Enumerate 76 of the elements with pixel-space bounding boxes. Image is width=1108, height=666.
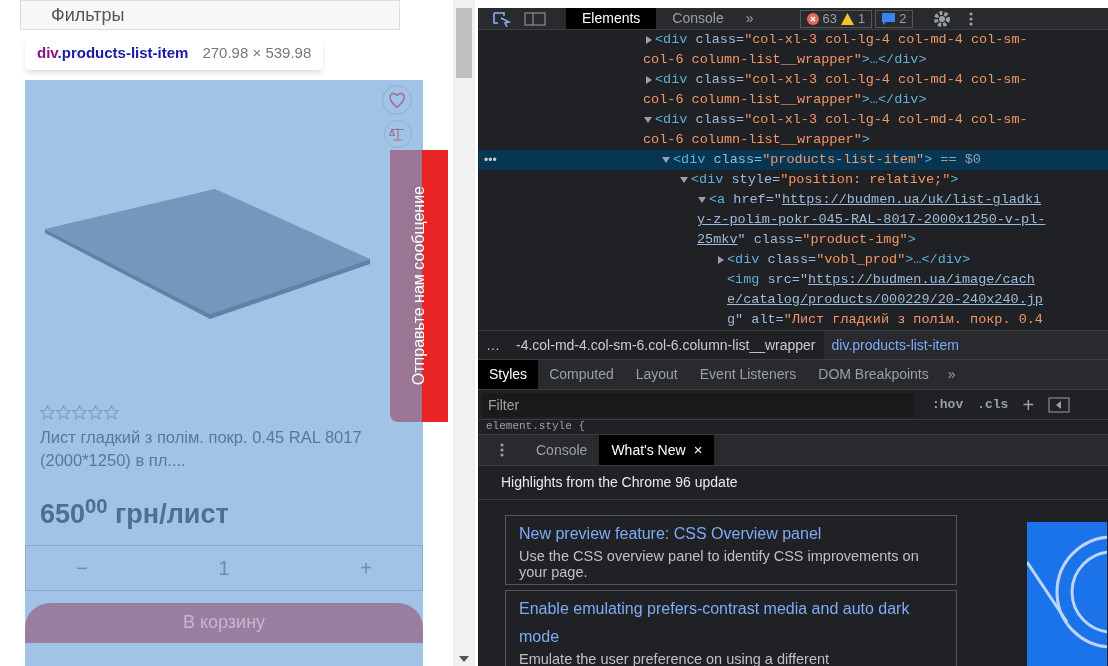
- filter-box[interactable]: Фильтры: [20, 0, 400, 30]
- dom-node[interactable]: <img src="https://budmen.ua/image/cach e/catalog/products/000229/20-240x240.jp g" alt="Лист гладкий з полім. покр. 0.4: [478, 270, 1108, 330]
- code-line: <div class="vobl_prod">…</div>: [727, 251, 971, 269]
- dom-node[interactable]: <div class="col-xl-3 col-lg-4 col-md-4 col-sm- col-6 column-list__wrapper">…</div>: [478, 70, 1108, 110]
- dom-node[interactable]: <div class="col-xl-3 col-lg-4 col-md-4 col-sm- col-6 column-list__wrapper">: [478, 110, 1108, 150]
- code-line: col-6 column-list__wrapper">…</div>: [643, 51, 927, 69]
- styles-tab[interactable]: Event Listeners: [688, 360, 808, 389]
- star-icon: [88, 405, 103, 420]
- dom-node[interactable]: <div class="col-xl-3 col-lg-4 col-md-4 col-sm- col-6 column-list__wrapper">…</div>: [478, 30, 1108, 70]
- warning-icon: [841, 12, 854, 25]
- error-icon: [806, 12, 819, 25]
- sidebar-toggle-icon[interactable]: [1048, 396, 1071, 413]
- filter-field[interactable]: Filter: [482, 392, 914, 417]
- breadcrumb-item[interactable]: …: [478, 331, 508, 359]
- code-line: 25mkv" class="product-img">: [697, 231, 916, 249]
- feedback-tab[interactable]: Отправьте нам сообщение: [390, 150, 448, 422]
- message-icon: [882, 12, 896, 25]
- styles-tab[interactable]: Computed: [538, 360, 625, 389]
- code-line: <div class="col-xl-3 col-lg-4 col-md-4 col-sm-: [655, 111, 1028, 129]
- message-counter[interactable]: 2: [875, 9, 914, 28]
- feature-description: Use the CSS overview panel to identify CSS improvements on your page.: [519, 548, 920, 580]
- drawer-tab[interactable]: What's New ×: [599, 435, 715, 465]
- styles-tab[interactable]: DOM Breakpoints: [807, 360, 940, 389]
- drawer-tab[interactable]: Console: [524, 435, 600, 465]
- styles-tab[interactable]: Layout: [624, 360, 689, 389]
- dom-node[interactable]: <a href="https://budmen.ua/uk/list-gladki y-z-polim-pokr-045-RAL-8017-2000x1250-v-pl- 25mkv" class="product-img">: [478, 190, 1108, 250]
- code-line: y-z-polim-pokr-045-RAL-8017-2000x1250-v-pl-: [697, 211, 1046, 229]
- device-toolbar-icon[interactable]: [524, 10, 546, 27]
- breadcrumb-item[interactable]: div.products-list-item: [823, 331, 967, 359]
- more-tabs-button[interactable]: »: [947, 364, 956, 385]
- feature-title[interactable]: Enable emulating prefers-contrast media and auto dark mode: [519, 595, 943, 651]
- drawer-menu-icon[interactable]: [500, 443, 504, 457]
- new-rule-button[interactable]: +: [1022, 394, 1035, 415]
- code-line: <div class="col-xl-3 col-lg-4 col-md-4 col-sm-: [655, 31, 1028, 49]
- settings-icon[interactable]: [933, 9, 952, 28]
- code-line: g" alt="Лист гладкий з полім. покр. 0.4: [727, 311, 1043, 329]
- styles-tab[interactable]: Styles: [478, 360, 539, 389]
- warning-count: 1: [858, 9, 866, 28]
- devtools-tab[interactable]: Console: [656, 8, 740, 29]
- dom-node[interactable]: <div style="position: relative;">: [478, 170, 1108, 190]
- feature-card[interactable]: New preview feature: CSS Overview panel Use the CSS overview panel to identify CSS improvements on your page.: [505, 515, 957, 585]
- code-line: <a href="https://budmen.ua/uk/list-gladki: [709, 191, 1042, 209]
- code-line: <div class="col-xl-3 col-lg-4 col-md-4 col-sm-: [655, 71, 1028, 89]
- star-icon: [104, 405, 119, 420]
- code-line: <div style="position: relative;">: [691, 171, 959, 189]
- product-price: 650$^{00}$ грн/лист: [40, 494, 230, 531]
- code-line: col-6 column-list__wrapper">…</div>: [643, 91, 927, 109]
- star-icon: [56, 405, 71, 420]
- error-count: 63: [822, 9, 837, 28]
- star-icon: [40, 405, 55, 420]
- tooltip-selector: div.products-list-item: [37, 43, 189, 64]
- inspect-icon[interactable]: [492, 10, 512, 27]
- code-line: col-6 column-list__wrapper">: [643, 131, 870, 149]
- dom-node[interactable]: ••• <div class="products-list-item"> == $0: [478, 150, 1108, 170]
- devtools-tab[interactable]: Elements: [566, 8, 657, 29]
- feature-title[interactable]: New preview feature: CSS Overview panel: [519, 520, 943, 548]
- page-scrollbar[interactable]: [453, 0, 475, 666]
- issue-counters[interactable]: 63 1: [799, 9, 873, 28]
- more-options-icon[interactable]: [969, 11, 974, 26]
- node-menu-dots[interactable]: •••: [484, 150, 497, 170]
- code-line: <div class="products-list-item"> == $0: [673, 151, 981, 169]
- hover-state-button[interactable]: :hov: [932, 394, 964, 415]
- scroll-down-arrow-icon[interactable]: [459, 656, 469, 662]
- star-icon: [72, 405, 87, 420]
- scrollbar-thumb[interactable]: [456, 8, 472, 78]
- code-line: <img src="https://budmen.ua/image/cach: [727, 271, 1035, 289]
- dom-node[interactable]: <div class="vobl_prod">…</div>: [478, 250, 1108, 270]
- close-tab-button[interactable]: ×: [693, 438, 703, 462]
- tooltip-size: 270.98 × 539.98: [202, 43, 312, 64]
- more-tabs-button[interactable]: »: [745, 8, 754, 29]
- message-count: 2: [899, 9, 907, 28]
- whats-new-heading: Highlights from the Chrome 96 update: [478, 466, 1108, 500]
- style-rule: element.style {: [485, 420, 587, 434]
- code-line: e/catalog/products/000229/20-240x240.jp: [727, 291, 1043, 309]
- breadcrumb-item[interactable]: -4.col-md-4.col-sm-6.col-6.column-list__wrapper: [508, 331, 824, 359]
- class-button[interactable]: .cls: [977, 394, 1009, 415]
